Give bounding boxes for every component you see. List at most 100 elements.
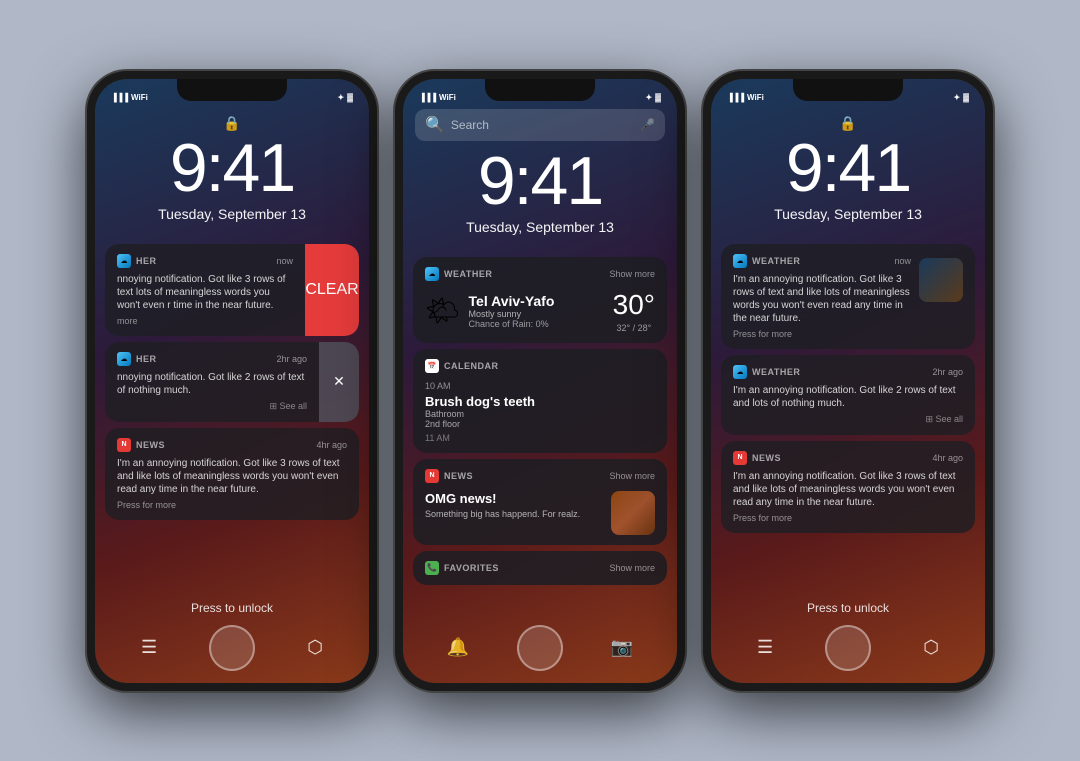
notif-app-info-news-right: N NEWS [733, 451, 781, 465]
status-right-icons: ✦ ▓ [337, 93, 353, 102]
notif-time-news-left: 4hr ago [316, 440, 347, 450]
widget-news-app-info: N NEWS [425, 469, 473, 483]
wifi-icon-right: WiFi [747, 93, 764, 102]
favorites-header: 📞 FAVORITES [425, 561, 499, 575]
favorites-show-more[interactable]: Show more [609, 563, 655, 573]
notif-action-news-left: Press for more [117, 500, 347, 510]
notif-action-news-right: Press for more [733, 513, 963, 523]
close-x-icon: ✕ [333, 373, 345, 390]
battery-icon: ▓ [347, 93, 353, 102]
phone-center-frame: ▐▐▐ WiFi ✦ ▓ 🔍 Search 🎤 9:41 Tuesday, Se… [395, 71, 685, 691]
notif-app-name-weather-2: HER [136, 354, 157, 364]
widget-calendar: 📅 CALENDAR 10 AM Brush dog's teeth Bathr… [413, 349, 667, 453]
widget-news-name: NEWS [444, 471, 473, 481]
weather-app-icon-2: ☁ [117, 352, 131, 366]
notif-card-weather-right-2: ☁ WEATHER 2hr ago I'm an annoying notifi… [721, 355, 975, 435]
search-bar[interactable]: 🔍 Search 🎤 [415, 109, 665, 141]
notif-app-info-weather-2: ☁ HER [117, 352, 157, 366]
notif-card-weather-right-1: ☁ WEATHER now I'm an annoying notificati… [721, 244, 975, 349]
home-button-right[interactable] [825, 625, 871, 671]
clock-display-right: 9:41 Tuesday, September 13 [711, 134, 985, 222]
widget-news-header: N NEWS Show more [425, 469, 655, 483]
search-icon: 🔍 [425, 115, 445, 135]
battery-icon-right: ▓ [963, 93, 969, 102]
signal-icon: ▐▐▐ [111, 93, 128, 102]
bottom-bar-right: ☰ ⬡ [711, 625, 985, 671]
camera-icon-right: ⬡ [923, 637, 939, 658]
clock-time-right: 9:41 [711, 134, 985, 202]
notif-action-weather-right-1: Press for more [733, 329, 911, 339]
widget-calendar-app-info: 📅 CALENDAR [425, 359, 499, 373]
notif-time-weather-2: 2hr ago [276, 354, 307, 364]
clock-time-left: 9:41 [95, 134, 369, 202]
mic-icon: 🎤 [640, 118, 655, 132]
clock-display-center: 9:41 Tuesday, September 13 [403, 147, 677, 235]
notif-app-info-news-left: N NEWS [117, 438, 165, 452]
weather-icon-right-1: ☁ [733, 254, 747, 268]
weather-temp: 30° [613, 289, 655, 321]
status-bar-center: ▐▐▐ WiFi ✦ ▓ [403, 87, 677, 109]
signal-icon-center: ▐▐▐ [419, 93, 436, 102]
phone-right-frame: ▐▐▐ WiFi ✦ ▓ 🔒 9:41 Tuesday, September 1… [703, 71, 993, 691]
signal-icon-right: ▐▐▐ [727, 93, 744, 102]
home-button-center[interactable] [517, 625, 563, 671]
status-right-right: ✦ ▓ [953, 93, 969, 102]
clock-date-center: Tuesday, September 13 [403, 219, 677, 235]
notif-app-info-weather-1: ☁ HER [117, 254, 157, 268]
notif-content-weather-2: ☁ HER 2hr ago nnoying notification. Got … [105, 342, 319, 422]
bottom-bar-center: 🔔 📷 [403, 625, 677, 671]
see-all-link-right[interactable]: ⊞ See all [925, 414, 963, 425]
weather-app-icon-1: ☁ [117, 254, 131, 268]
status-left-right: ▐▐▐ WiFi [727, 93, 764, 102]
bottom-bar-left: ☰ ⬡ [95, 625, 369, 671]
notif-body-weather-right-1: I'm an annoying notification. Got like 3… [733, 273, 911, 325]
see-all-link[interactable]: ⊞ See all [269, 401, 307, 412]
wifi-icon-center: WiFi [439, 93, 456, 102]
news-thumbnail [611, 491, 655, 535]
bluetooth-icon-right: ✦ [953, 93, 960, 102]
widget-weather: ☁ WEATHER Show more 🌤 Tel Aviv-Yafo Most… [413, 257, 667, 343]
home-button-left[interactable] [209, 625, 255, 671]
widget-calendar-name: CALENDAR [444, 361, 499, 371]
news-text: OMG news! Something big has happend. For… [425, 491, 603, 519]
menu-icon-left: ☰ [141, 637, 157, 658]
news-show-more[interactable]: Show more [609, 471, 655, 481]
widget-calendar-header: 📅 CALENDAR [425, 359, 655, 373]
favorites-label: FAVORITES [444, 563, 499, 573]
notif-body-news-left: I'm an annoying notification. Got like 3… [117, 457, 347, 496]
notif-header-weather-2: ☁ HER 2hr ago [117, 352, 307, 366]
notif-app-info-weather-right-1: ☁ WEATHER [733, 254, 800, 268]
bluetooth-icon: ✦ [337, 93, 344, 102]
status-right-center: ✦ ▓ [645, 93, 661, 102]
phone-center: ▐▐▐ WiFi ✦ ▓ 🔍 Search 🎤 9:41 Tuesday, Se… [395, 71, 685, 691]
weather-temp-range: 32° / 28° [613, 323, 655, 333]
lock-icon-right: 🔒 [839, 115, 856, 132]
phone-left-frame: ▐▐▐ WiFi ✦ ▓ 🔒 9:41 Tuesday, September 1… [87, 71, 377, 691]
weather-show-more[interactable]: Show more [609, 269, 655, 279]
search-placeholder: Search [451, 118, 634, 132]
notif-time-weather-right-1: now [894, 256, 911, 266]
notif-card-weather-right-1-content: ☁ WEATHER now I'm an annoying notificati… [733, 254, 911, 339]
weather-rain: Chance of Rain: 0% [469, 319, 555, 329]
notif-app-name-weather-right-2: WEATHER [752, 367, 800, 377]
notif-header-news-right: N NEWS 4hr ago [733, 451, 963, 465]
widget-weather-app-info: ☁ WEATHER [425, 267, 492, 281]
notif-card-news-right: N NEWS 4hr ago I'm an annoying notificat… [721, 441, 975, 533]
sun-icon: 🌤 [425, 294, 461, 327]
lock-icon: 🔒 [223, 115, 240, 132]
notif-app-info-weather-right-2: ☁ WEATHER [733, 365, 800, 379]
news-widget-icon: N [425, 469, 439, 483]
notif-action-weather-1: more [117, 316, 293, 326]
clear-button[interactable]: CLEAR [305, 244, 359, 336]
press-unlock-left: Press to unlock [95, 601, 369, 615]
bluetooth-icon-center: ✦ [645, 93, 652, 102]
menu-icon-right: ☰ [757, 637, 773, 658]
phone-center-screen: ▐▐▐ WiFi ✦ ▓ 🔍 Search 🎤 9:41 Tuesday, Se… [403, 79, 677, 683]
weather-info: Tel Aviv-Yafo Mostly sunny Chance of Rai… [469, 293, 555, 329]
notif-body-weather-right-2: I'm an annoying notification. Got like 2… [733, 384, 963, 410]
notif-header-weather-1: ☁ HER now [117, 254, 293, 268]
weather-left: 🌤 Tel Aviv-Yafo Mostly sunny Chance of R… [425, 293, 554, 329]
close-button[interactable]: ✕ [319, 342, 359, 422]
news-desc: Something big has happend. For realz. [425, 509, 603, 519]
notif-time-weather-right-2: 2hr ago [932, 367, 963, 377]
